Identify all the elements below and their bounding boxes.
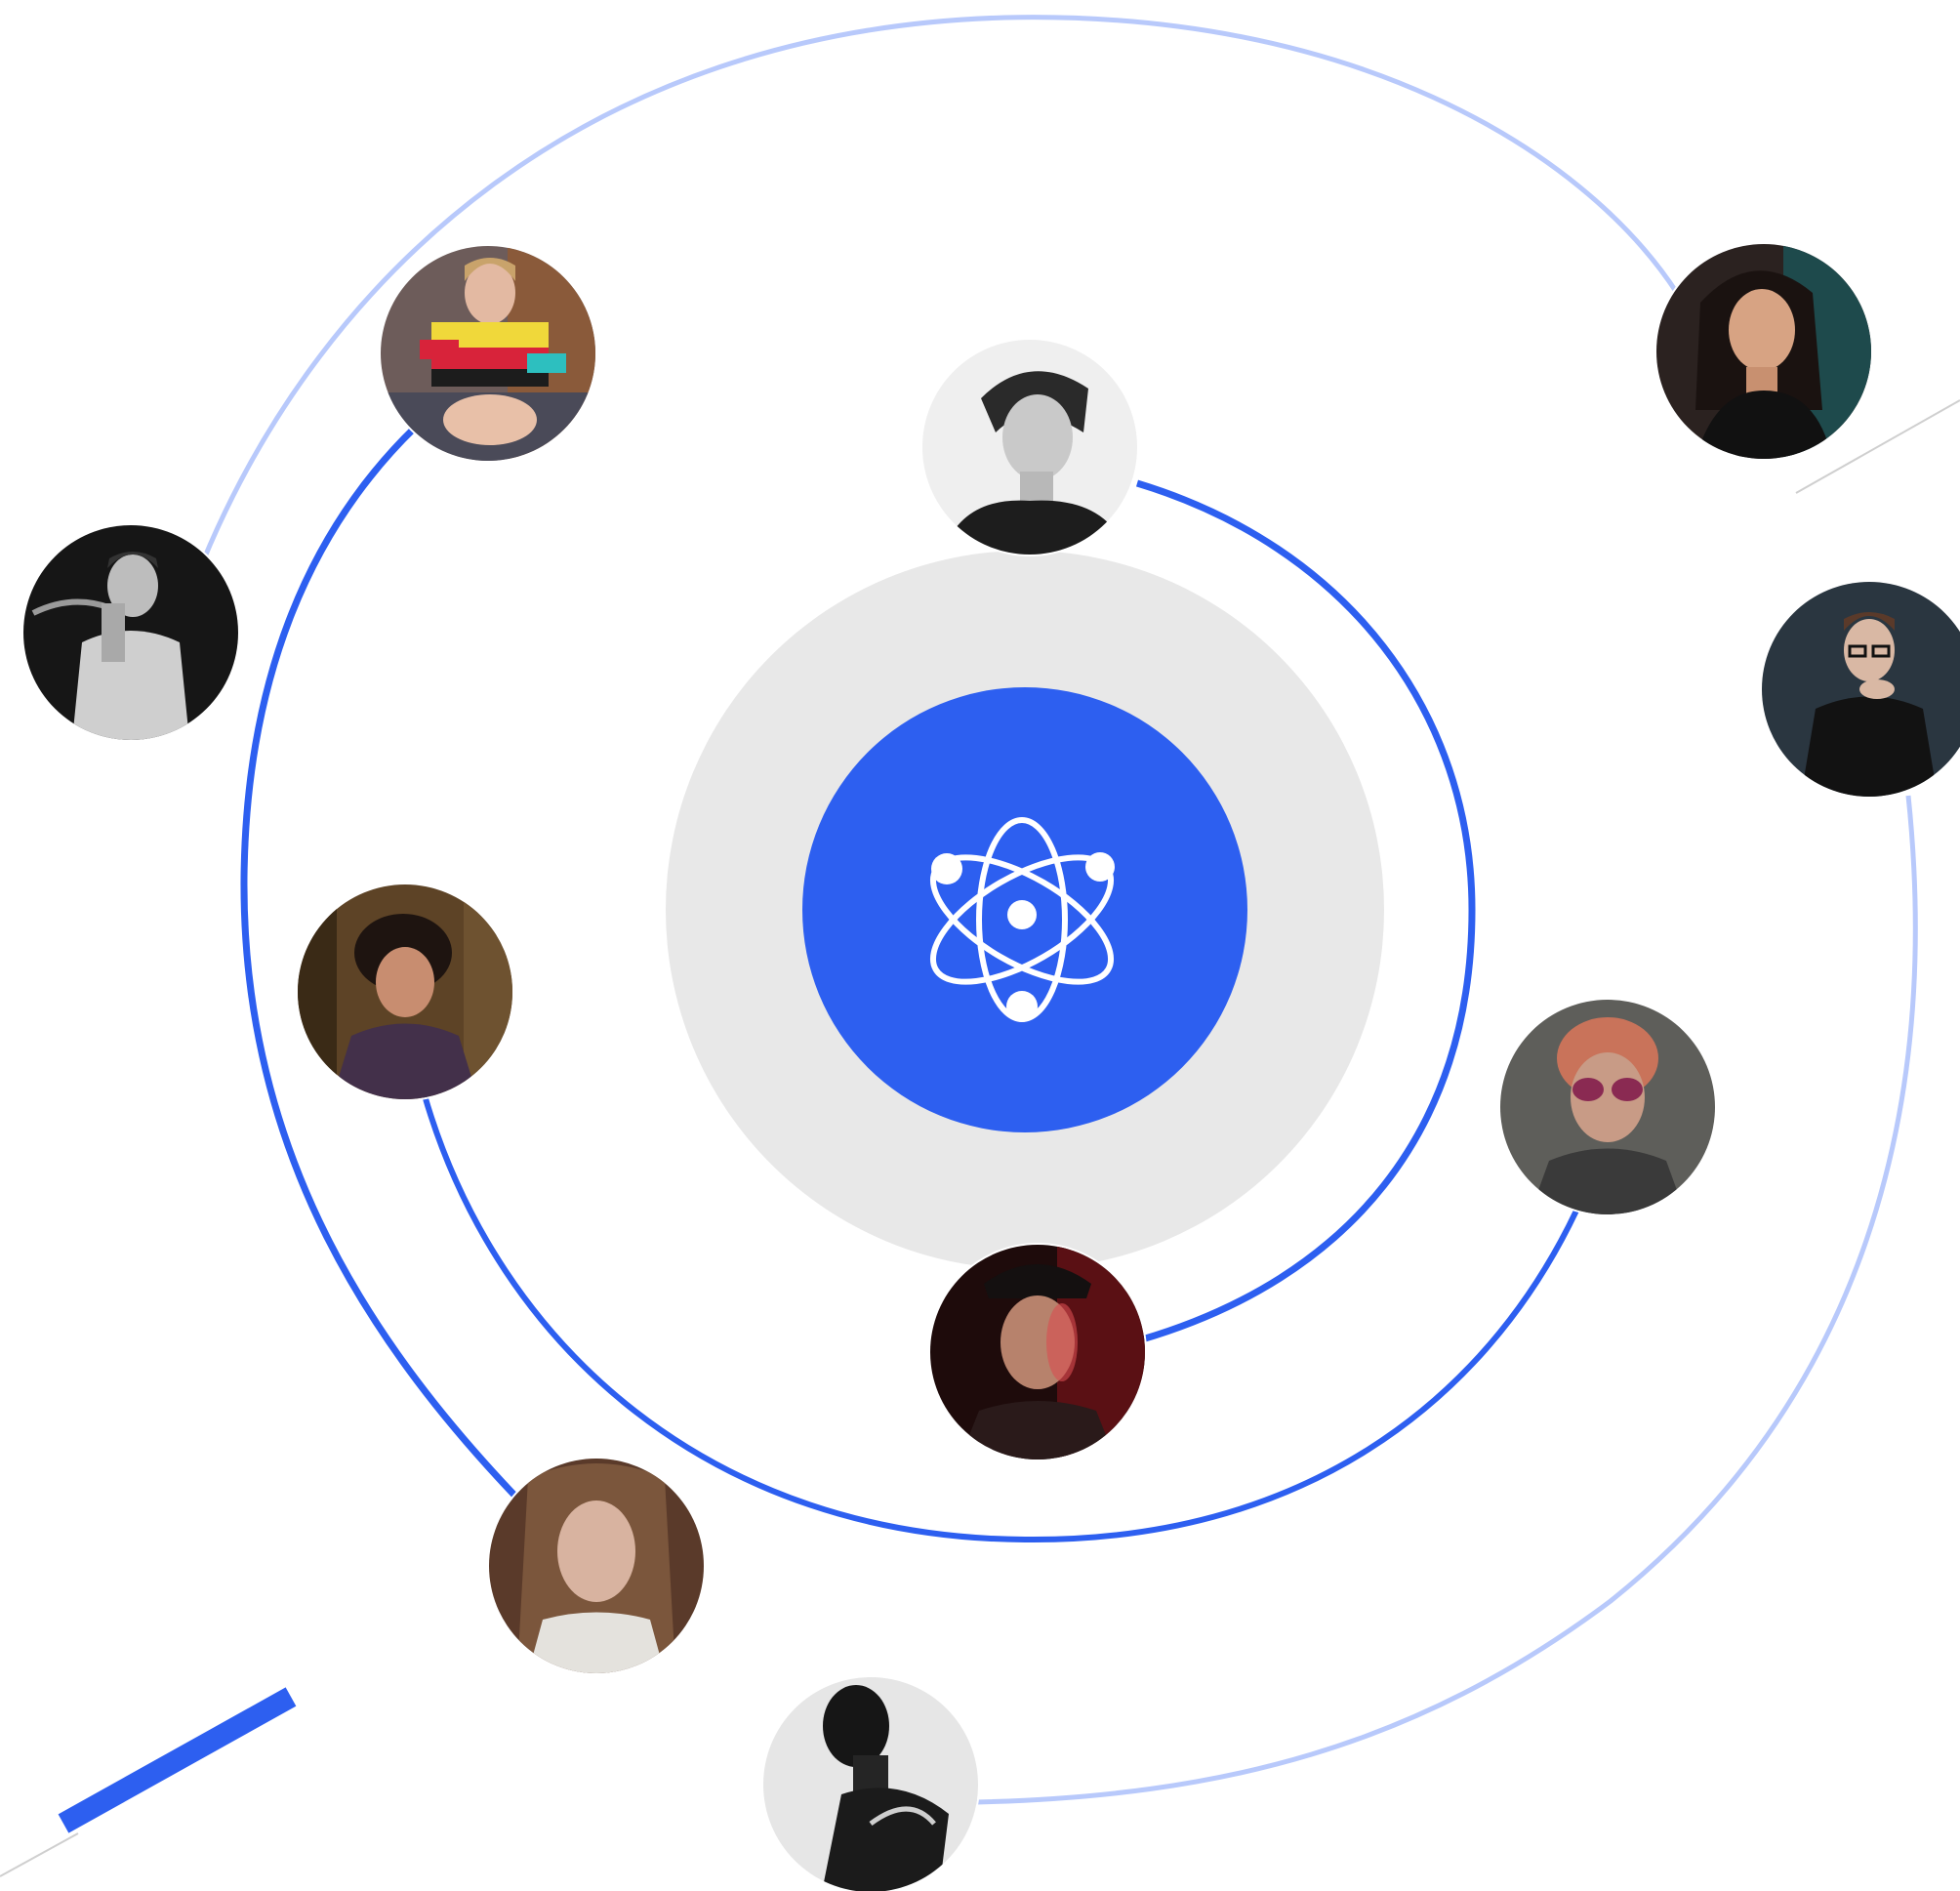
person-photo-icon [1656,244,1871,459]
avatar-woman-long-hair[interactable] [489,1459,704,1673]
person-photo-icon [489,1459,704,1673]
decor-line-bottom-left [0,1832,79,1877]
avatar-man-profile[interactable] [763,1677,978,1891]
avatar-woman-short-hair[interactable] [922,340,1137,555]
avatar-woman-dark-hair[interactable] [1656,244,1871,459]
person-photo-icon [922,340,1137,555]
person-photo-icon [763,1677,978,1891]
decor-bar-bottom-left [58,1687,297,1833]
avatar-woman-colorful-sweater[interactable] [381,246,595,461]
avatar-man-red-light[interactable] [930,1245,1145,1459]
person-photo-icon [298,884,512,1099]
avatar-man-sunglasses[interactable] [1500,1000,1715,1214]
person-photo-icon [23,525,238,740]
person-photo-icon [930,1245,1145,1459]
orbit-graphic [0,0,1960,1891]
avatar-man-curly-hair[interactable] [298,884,512,1099]
person-photo-icon [1500,1000,1715,1214]
orbit-rings [0,15,1960,1877]
avatar-man-smoking[interactable] [23,525,238,740]
person-photo-icon [381,246,595,461]
